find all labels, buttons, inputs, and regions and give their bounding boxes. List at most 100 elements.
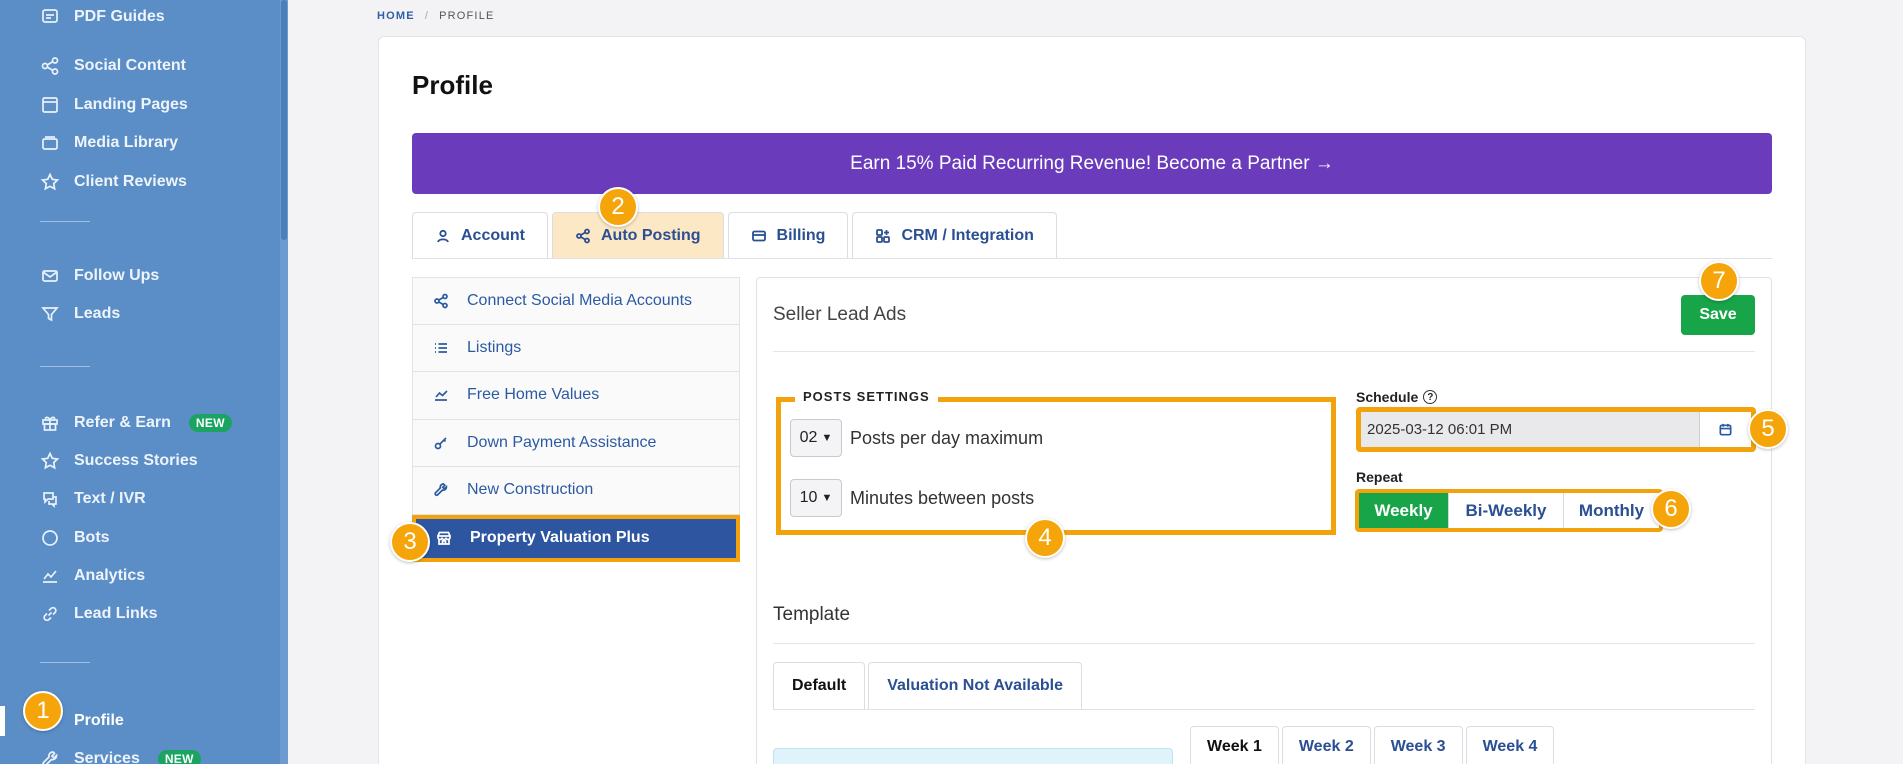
tab-week-4[interactable]: Week 4 — [1465, 726, 1555, 764]
sidebar-item-label: Media Library — [74, 134, 179, 151]
card-icon — [751, 230, 766, 241]
template-divider — [773, 643, 1755, 644]
template-tabs-divider — [773, 709, 1755, 710]
gift-icon — [42, 416, 58, 431]
step-marker: 4 — [1025, 518, 1065, 558]
submenu-label: Down Payment Assistance — [467, 433, 657, 451]
user-icon — [437, 229, 449, 242]
minutes-between-select[interactable]: 10 ▼ — [790, 479, 842, 517]
step-marker: 1 — [23, 691, 63, 731]
repeat-label: Repeat — [1356, 469, 1403, 485]
submenu-new-construction[interactable]: New Construction — [412, 467, 740, 515]
tab-label: CRM / Integration — [901, 226, 1034, 244]
chevron-down-icon: ▼ — [821, 492, 833, 504]
sidebar-item-label: Text / IVR — [74, 490, 146, 507]
submenu-property-valuation-plus[interactable]: Property Valuation Plus — [412, 514, 740, 562]
sidebar-item-bots[interactable]: Bots — [40, 523, 110, 553]
submenu-down-payment-assistance[interactable]: Down Payment Assistance — [412, 419, 740, 467]
select-value: 02 — [799, 429, 818, 446]
sidebar-item-services[interactable]: Services NEW — [40, 744, 201, 764]
sidebar-item-media-library[interactable]: Media Library — [40, 128, 178, 158]
sidebar-item-social-content[interactable]: Social Content — [40, 51, 186, 81]
sidebar-item-analytics[interactable]: Analytics — [40, 561, 145, 591]
sidebar-item-label: Lead Links — [74, 605, 158, 622]
posts-settings-heading: POSTS SETTINGS — [795, 389, 938, 404]
share-icon — [434, 293, 448, 309]
chat-icon — [42, 530, 58, 546]
posts-per-day-select[interactable]: 02 ▼ — [790, 419, 842, 457]
share-icon — [576, 228, 590, 243]
repeat-toggle-group: Weekly Bi-Weekly Monthly — [1355, 489, 1663, 532]
tab-week-2[interactable]: Week 2 — [1281, 726, 1371, 764]
help-icon[interactable]: ? — [1423, 390, 1438, 404]
schedule-input[interactable]: 2025-03-12 06:01 PM — [1361, 412, 1699, 447]
sidebar-divider — [40, 662, 90, 663]
save-button[interactable]: Save — [1681, 295, 1755, 335]
sidebar-item-success-stories[interactable]: Success Stories — [40, 446, 198, 476]
star-icon — [40, 451, 60, 470]
submenu-label: Listings — [467, 338, 522, 356]
tab-label: Billing — [776, 226, 826, 244]
submenu-connect-social[interactable]: Connect Social Media Accounts — [412, 277, 740, 325]
submenu-listings[interactable]: Listings — [412, 324, 740, 372]
link-icon — [43, 606, 57, 622]
sidebar-item-label: Success Stories — [74, 452, 198, 469]
sidebar-item-label: Bots — [74, 529, 110, 546]
sidebar-item-pdf-guides[interactable]: PDF Guides — [40, 2, 165, 32]
panel-divider — [773, 351, 1755, 352]
mail-icon — [42, 270, 58, 282]
sidebar-item-follow-ups[interactable]: Follow Ups — [40, 261, 159, 291]
repeat-weekly-button[interactable]: Weekly — [1359, 493, 1449, 528]
schedule-label-text: Schedule — [1356, 389, 1419, 405]
store-icon — [437, 531, 451, 546]
new-badge: NEW — [188, 414, 232, 432]
chevron-down-icon: ▼ — [821, 432, 833, 444]
sidebar-item-text-ivr[interactable]: Text / IVR — [40, 484, 146, 514]
minutes-between-label: Minutes between posts — [850, 487, 1035, 508]
sidebar-item-refer-earn[interactable]: Refer & Earn NEW — [40, 408, 232, 438]
minutes-between-row: 10 ▼ Minutes between posts — [790, 479, 1034, 517]
analytics-icon — [43, 570, 57, 583]
sidebar-scrollbar[interactable] — [280, 0, 288, 764]
breadcrumb: HOME / PROFILE — [377, 10, 495, 22]
partner-promo-banner[interactable]: Earn 15% Paid Recurring Revenue! Become … — [412, 133, 1772, 194]
tab-label: Account — [461, 226, 525, 244]
list-icon — [435, 342, 447, 353]
info-alert — [773, 748, 1173, 764]
wrench-icon — [42, 751, 58, 764]
share-icon — [41, 57, 59, 75]
template-tabs: Default Valuation Not Available — [773, 662, 1082, 709]
breadcrumb-home[interactable]: HOME — [377, 10, 415, 22]
sidebar-item-label: PDF Guides — [74, 8, 165, 25]
scrollbar-thumb[interactable] — [281, 0, 287, 240]
page-icon — [42, 97, 58, 113]
active-indicator — [0, 706, 5, 736]
repeat-monthly-button[interactable]: Monthly — [1564, 493, 1659, 528]
tab-account[interactable]: Account — [412, 212, 548, 258]
new-badge: NEW — [157, 750, 201, 764]
tab-auto-posting[interactable]: Auto Posting — [552, 212, 724, 258]
tab-crm-integration[interactable]: CRM / Integration — [852, 212, 1057, 258]
sms-icon — [43, 492, 57, 509]
tab-billing[interactable]: Billing — [727, 212, 849, 258]
submenu-free-home-values[interactable]: Free Home Values — [412, 372, 740, 420]
tabs-divider — [412, 258, 1772, 259]
key-icon — [434, 437, 447, 450]
submenu-label: Connect Social Media Accounts — [467, 291, 693, 309]
sidebar-item-lead-links[interactable]: Lead Links — [40, 599, 158, 629]
tab-week-3[interactable]: Week 3 — [1373, 726, 1463, 764]
repeat-biweekly-button[interactable]: Bi-Weekly — [1449, 493, 1564, 528]
tab-template-valuation-not-available[interactable]: Valuation Not Available — [868, 662, 1082, 709]
step-marker: 2 — [598, 187, 638, 227]
sidebar-item-landing-pages[interactable]: Landing Pages — [40, 90, 188, 120]
sidebar-item-label: Landing Pages — [74, 96, 188, 113]
step-marker: 5 — [1748, 409, 1788, 449]
integration-icon — [876, 228, 891, 243]
submenu-label: Property Valuation Plus — [470, 529, 650, 547]
calendar-button[interactable] — [1699, 412, 1751, 447]
sidebar-item-client-reviews[interactable]: Client Reviews — [40, 167, 187, 197]
calendar-icon — [1719, 423, 1732, 436]
sidebar-item-leads[interactable]: Leads — [40, 299, 120, 329]
tab-week-1[interactable]: Week 1 — [1190, 726, 1279, 764]
tab-template-default[interactable]: Default — [773, 662, 866, 709]
